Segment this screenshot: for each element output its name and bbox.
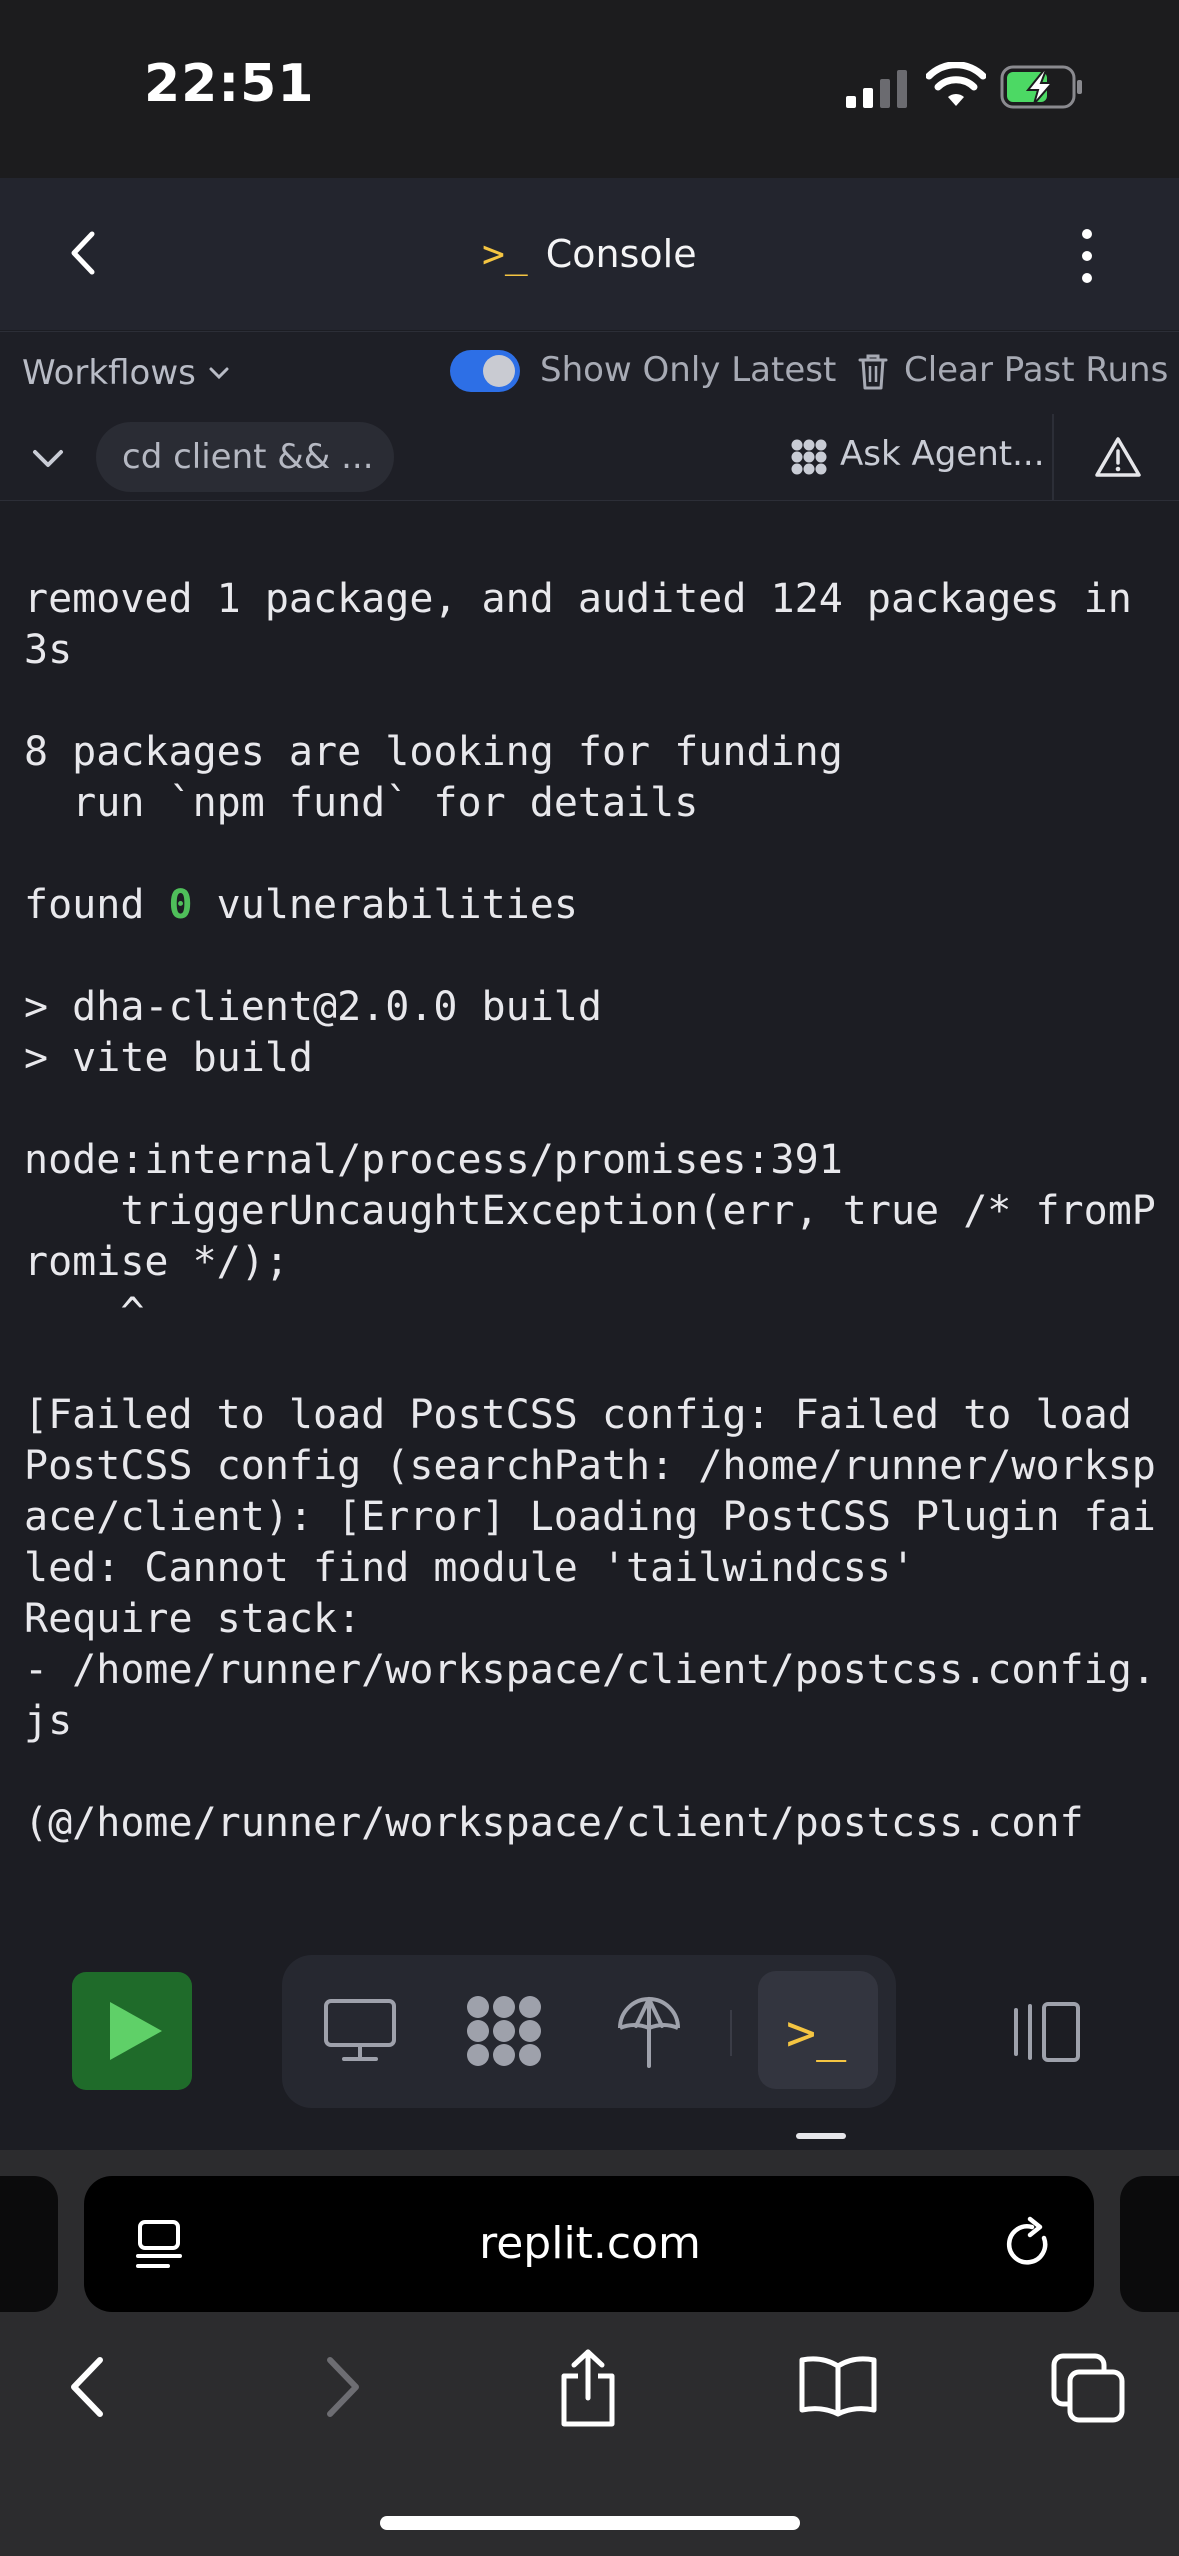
vulnerability-count: 0 xyxy=(168,882,193,928)
trash-icon[interactable] xyxy=(858,353,888,391)
chevron-down-icon xyxy=(209,367,229,380)
agent-icon xyxy=(791,439,827,475)
bookmarks-icon[interactable] xyxy=(798,2354,878,2418)
wifi-icon xyxy=(926,62,986,106)
console-line: - /home/runner/workspace/client/postcss.… xyxy=(24,1647,1156,1744)
deployments-tab-icon[interactable] xyxy=(614,1994,684,2070)
play-icon xyxy=(110,2002,162,2060)
run-command-pill[interactable]: cd client && ... xyxy=(96,422,394,492)
battery-charging-icon xyxy=(1000,65,1082,109)
status-time: 22:51 xyxy=(144,54,315,114)
console-line: triggerUncaughtException(err, true /* fr… xyxy=(24,1188,1156,1285)
console-line: [Failed to load PostCSS config: Failed t… xyxy=(24,1392,1156,1591)
tab-separator xyxy=(730,2010,732,2056)
previous-tab-preview[interactable] xyxy=(0,2176,58,2312)
run-button[interactable] xyxy=(72,1972,192,2090)
tabs-overview-icon[interactable] xyxy=(1050,2352,1126,2424)
next-tab-preview[interactable] xyxy=(1120,2176,1179,2312)
console-line: (@/home/runner/workspace/client/postcss.… xyxy=(24,1800,1084,1846)
console-output: removed 1 package, and audited 124 packa… xyxy=(24,574,1159,1914)
reload-icon[interactable] xyxy=(1000,2216,1056,2272)
warning-icon[interactable] xyxy=(1094,436,1142,478)
console-line: node:internal/process/promises:391 xyxy=(24,1137,843,1183)
page-menu-icon[interactable] xyxy=(134,2216,184,2272)
panels-icon[interactable] xyxy=(1010,2000,1082,2064)
drag-handle[interactable] xyxy=(796,2133,846,2139)
url-text[interactable]: replit.com xyxy=(330,2218,850,2269)
clear-past-runs-button[interactable]: Clear Past Runs xyxy=(904,350,1168,390)
back-chevron-icon[interactable] xyxy=(58,226,112,280)
console-line: 8 packages are looking for funding xyxy=(24,729,843,775)
console-line: Require stack: xyxy=(24,1596,362,1642)
console-line: > dha-client@2.0.0 build xyxy=(24,984,602,1030)
page-title: >_ Console xyxy=(482,226,697,282)
console-line: found 0 vulnerabilities xyxy=(24,880,1159,931)
webview-tab-icon[interactable] xyxy=(322,1995,398,2065)
show-only-latest-toggle[interactable] xyxy=(450,350,520,392)
share-icon[interactable] xyxy=(556,2348,620,2428)
divider xyxy=(1052,414,1054,500)
found-prefix: found xyxy=(24,882,169,928)
agent-tab-icon[interactable] xyxy=(464,1994,544,2068)
console-tab-icon[interactable]: >_ xyxy=(786,2004,846,2062)
page-title-label: Console xyxy=(545,232,697,276)
workflows-dropdown[interactable]: Workflows xyxy=(22,350,230,396)
console-line: run `npm fund` for details xyxy=(24,780,699,826)
ask-agent-button[interactable]: Ask Agent... xyxy=(840,434,1045,474)
toggle-knob xyxy=(483,355,515,387)
chevron-down-icon[interactable] xyxy=(30,440,66,476)
workflows-label: Workflows xyxy=(22,353,196,393)
found-suffix: vulnerabilities xyxy=(192,882,578,928)
show-only-latest-label[interactable]: Show Only Latest xyxy=(540,350,836,390)
console-line: > vite build xyxy=(24,1035,313,1081)
cellular-signal-icon xyxy=(846,70,907,108)
browser-forward-icon[interactable] xyxy=(316,2352,370,2422)
home-indicator xyxy=(380,2516,800,2530)
console-line: ^ xyxy=(24,1290,145,1336)
console-prompt-icon: >_ xyxy=(482,232,528,276)
browser-back-icon[interactable] xyxy=(60,2352,114,2422)
more-options-icon[interactable] xyxy=(1070,224,1104,288)
console-line: removed 1 package, and audited 124 packa… xyxy=(24,576,1156,673)
